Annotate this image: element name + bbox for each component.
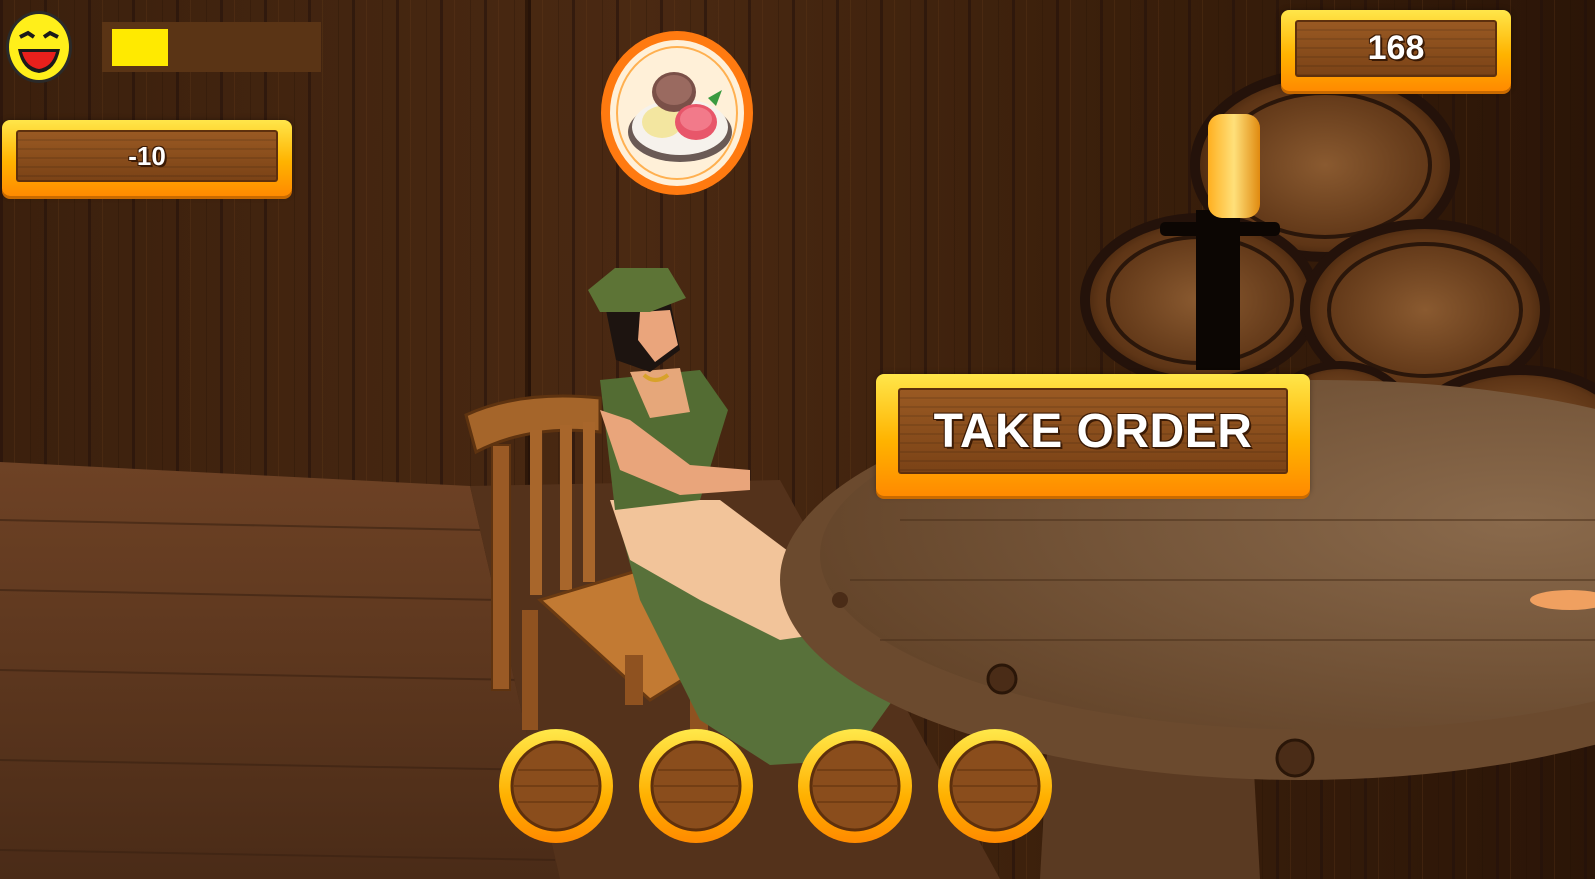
take-order-label: TAKE ORDER <box>898 388 1288 474</box>
inventory-slot-4[interactable] <box>937 728 1053 844</box>
inventory-slot-3[interactable] <box>797 728 913 844</box>
order-bubble <box>601 31 753 195</box>
coins-value: 168 <box>1295 20 1497 77</box>
take-order-button[interactable]: TAKE ORDER <box>876 374 1310 496</box>
inventory-slot-2[interactable] <box>638 728 754 844</box>
mood-meter-fill <box>112 29 168 66</box>
score-change-panel: -10 <box>2 120 292 196</box>
coins-panel: 168 <box>1281 10 1511 91</box>
inventory-slot-1[interactable] <box>498 728 614 844</box>
score-change-value: -10 <box>16 130 278 182</box>
laughing-face-icon <box>6 11 72 83</box>
mood-meter <box>102 22 321 72</box>
